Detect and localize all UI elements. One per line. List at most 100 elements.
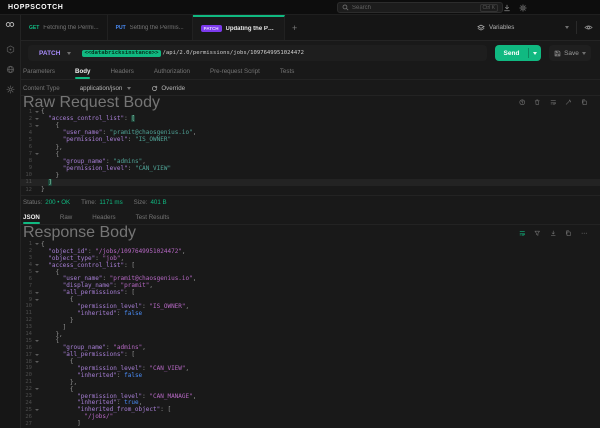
code-text: "permission_level": "IS_OWNER" (41, 136, 171, 143)
code-line: 6 "user_name": "pramit@chaosgenius.io", (21, 275, 600, 282)
wrap-lines-icon[interactable] (550, 99, 557, 106)
help-icon[interactable] (519, 99, 526, 106)
send-button[interactable]: Send (495, 45, 541, 61)
tab-headers[interactable]: Headers (100, 64, 143, 79)
response-body-actions (519, 230, 600, 237)
fold-toggle-icon[interactable] (32, 299, 41, 301)
code-line[interactable]: 3 { (21, 122, 600, 129)
code-line[interactable]: 1{ (21, 108, 600, 115)
new-tab-button[interactable]: + (285, 15, 305, 40)
request-tab[interactable]: PATCHUpdating the Per... (193, 15, 285, 40)
raw-body-actions (519, 99, 600, 106)
code-line[interactable]: 9 "permission_level": "CAN_VIEW" (21, 165, 600, 172)
line-number: 6 (21, 144, 32, 150)
code-line[interactable]: 8 "group_name": "admins", (21, 158, 600, 165)
fold-toggle-icon[interactable] (32, 243, 41, 245)
code-line: 5 { (21, 269, 600, 276)
copy-icon[interactable] (581, 99, 588, 106)
tab-tests[interactable]: Tests (270, 64, 304, 79)
fold-toggle-icon[interactable] (32, 354, 41, 356)
trash-icon[interactable] (534, 99, 541, 106)
primary-sidebar (0, 15, 21, 428)
code-line: 24 "inherited": true, (21, 399, 600, 406)
code-line: 25 "inherited_from_object": [ (21, 406, 600, 413)
tab-pre-request-script[interactable]: Pre-request Script (200, 64, 270, 79)
tab-body[interactable]: Body (65, 64, 100, 79)
fold-toggle-icon[interactable] (32, 340, 41, 342)
fold-toggle-icon[interactable] (32, 388, 41, 390)
code-line[interactable]: 10 } (21, 172, 600, 179)
search-input[interactable] (352, 5, 477, 11)
more-icon[interactable] (581, 230, 588, 237)
line-number: 21 (21, 379, 32, 385)
chevron-down-icon (127, 87, 131, 90)
line-number: 26 (21, 414, 32, 420)
code-text: "permission_level": "CAN_VIEW" (41, 165, 171, 172)
fold-toggle-icon[interactable] (32, 361, 41, 363)
code-line[interactable]: 6 }, (21, 143, 600, 150)
gear-icon[interactable] (6, 85, 15, 94)
code-line[interactable]: 12} (21, 186, 600, 193)
wrap-lines-icon[interactable] (519, 230, 526, 237)
line-number: 1 (21, 241, 32, 247)
topbar-actions (503, 0, 527, 15)
response-body-viewer[interactable]: 1{2 "object_id": "/jobs/1097649951024472… (21, 241, 600, 428)
fold-toggle-icon[interactable] (32, 153, 41, 155)
code-text: "group_name": "admins", (41, 158, 146, 165)
response-tab-headers[interactable]: Headers (82, 210, 125, 224)
url-group: PATCH <<databricksinstance>> /api/2.0/pe… (28, 45, 487, 61)
response-tab-raw[interactable]: Raw (50, 210, 82, 224)
request-tab[interactable]: PUTSetting the Permis... (108, 15, 193, 40)
download-icon[interactable] (550, 230, 557, 237)
fold-toggle-icon[interactable] (32, 118, 41, 120)
code-line[interactable]: 11 ] (21, 179, 600, 186)
override-button[interactable]: Override (151, 85, 185, 92)
fold-toggle-icon[interactable] (32, 292, 41, 294)
code-line[interactable]: 4 "user_name": "pramit@chaosgenius.io", (21, 129, 600, 136)
chevron-down-icon (565, 26, 569, 29)
chevron-down-icon (582, 52, 586, 55)
link-icon[interactable] (5, 20, 15, 29)
fold-toggle-icon[interactable] (32, 409, 41, 411)
line-number: 1 (21, 109, 32, 115)
globe-icon[interactable] (6, 65, 15, 74)
fold-toggle-icon[interactable] (32, 264, 41, 266)
graphql-icon[interactable] (6, 45, 15, 54)
line-number: 19 (21, 365, 32, 371)
fold-toggle-icon[interactable] (32, 271, 41, 273)
content-type-value: application/json (80, 85, 123, 92)
line-number: 6 (21, 276, 32, 282)
code-line[interactable]: 7 { (21, 151, 600, 158)
request-body-editor[interactable]: 1{2 "access_control_list": [3 {4 "user_n… (21, 108, 600, 194)
environment-selector[interactable]: Variables (477, 24, 569, 32)
settings-gear-icon[interactable] (519, 4, 527, 12)
content-type-selector[interactable]: application/json (80, 85, 132, 92)
tab-label: Fetching the Permi... (43, 25, 98, 31)
line-number: 7 (21, 283, 32, 289)
eye-icon[interactable] (584, 23, 593, 32)
code-line[interactable]: 5 "permission_level": "IS_OWNER" (21, 136, 600, 143)
line-number: 16 (21, 345, 32, 351)
send-label: Send (495, 50, 528, 57)
code-line[interactable]: 2 "access_control_list": [ (21, 115, 600, 122)
url-input[interactable]: <<databricksinstance>> /api/2.0/permissi… (82, 50, 304, 57)
response-tab-test-results[interactable]: Test Results (126, 210, 180, 224)
fold-toggle-icon[interactable] (32, 125, 41, 127)
line-number: 4 (21, 130, 32, 136)
search-box[interactable]: Ctrl K (337, 2, 503, 13)
tab-authorization[interactable]: Authorization (144, 64, 200, 79)
divider (528, 48, 529, 58)
tab-parameters[interactable]: Parameters (21, 64, 65, 79)
download-icon[interactable] (503, 4, 511, 12)
code-line: 7 "display_name": "pramit", (21, 282, 600, 289)
method-selector[interactable]: PATCH (28, 50, 82, 57)
filter-icon[interactable] (534, 230, 541, 237)
fold-toggle-icon[interactable] (32, 111, 41, 113)
wand-icon[interactable] (565, 99, 572, 106)
request-tab[interactable]: GETFetching the Permi... (21, 15, 108, 40)
raw-body-row: Raw Request Body (21, 97, 600, 108)
response-tab-json[interactable]: JSON (21, 210, 50, 224)
save-button[interactable]: Save (549, 45, 591, 61)
code-line: 3 "object_type": "job", (21, 255, 600, 262)
copy-icon[interactable] (565, 230, 572, 237)
